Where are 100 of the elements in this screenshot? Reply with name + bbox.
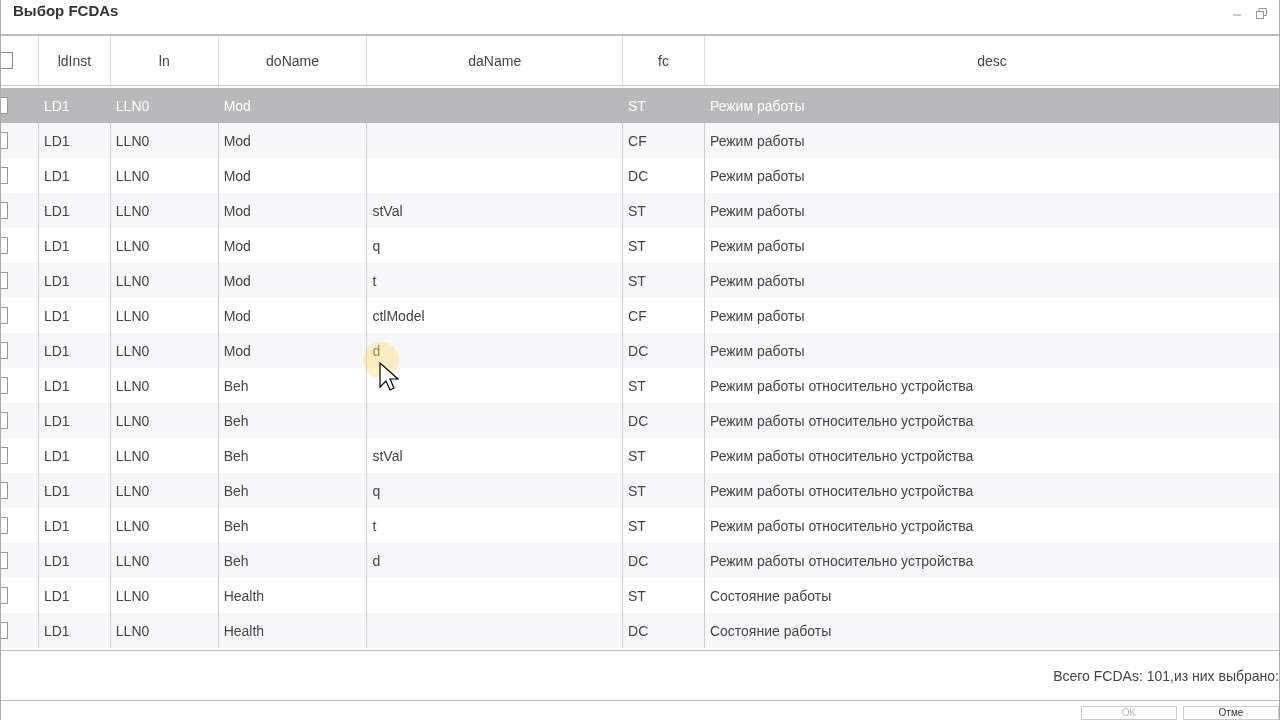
table-cell: LD1 (43, 552, 70, 569)
table-cell: ST (628, 587, 646, 604)
restore-icon[interactable] (1256, 8, 1267, 19)
window-title: Выбор FCDAs (12, 1, 119, 19)
row-checkbox[interactable] (1, 97, 8, 115)
table-row[interactable]: LD1 LLN0 Health DC Состояние работы (1, 613, 1279, 649)
row-checkbox[interactable] (1, 202, 8, 220)
table-cell: ST (628, 482, 646, 499)
table-cell: Mod (223, 97, 251, 114)
row-checkbox[interactable] (1, 482, 8, 500)
table-row[interactable]: LD1 LLN0 Beh q ST Режим работы относительно устройства (1, 473, 1279, 509)
table-cell: Режим работы (709, 237, 805, 254)
table-cell: LD1 (43, 167, 70, 184)
row-checkbox[interactable] (1, 132, 8, 150)
table-cell: LD1 (43, 447, 70, 464)
table-cell: Режим работы (709, 202, 805, 219)
table-cell: LLN0 (115, 377, 150, 394)
table-cell: LLN0 (115, 202, 150, 219)
table-cell: LD1 (43, 377, 70, 394)
column-header[interactable]: ldInst (57, 52, 92, 69)
table-cell: CF (628, 307, 647, 324)
header-checkbox[interactable] (1, 52, 13, 70)
table-cell: Режим работы относительно устройства (709, 482, 974, 499)
table-row[interactable]: LD1 LLN0 Mod d DC Режим работы (1, 333, 1279, 369)
column-header[interactable]: daName (468, 52, 522, 69)
table-cell: ST (628, 447, 646, 464)
table-cell: LLN0 (115, 132, 150, 149)
table-cell: LLN0 (115, 622, 150, 639)
table-cell: Mod (223, 167, 251, 184)
table-cell: Режим работы относительно устройства (709, 447, 974, 464)
table-cell: Состояние работы (709, 622, 832, 639)
table-cell: LD1 (43, 132, 70, 149)
table-cell: Режим работы относительно устройства (709, 552, 974, 569)
table-row[interactable]: LD1 LLN0 Beh DC Режим работы относительно устройства (1, 403, 1279, 439)
row-checkbox[interactable] (1, 622, 8, 640)
table-cell: stVal (372, 202, 403, 219)
row-checkbox[interactable] (1, 342, 8, 360)
table-cell: Mod (223, 272, 251, 289)
row-checkbox[interactable] (1, 272, 8, 290)
table-cell: Режим работы относительно устройства (709, 412, 974, 429)
status-text: Всего FCDAs: 101,из них выбрано: (1053, 667, 1279, 684)
table-cell: LLN0 (115, 237, 150, 254)
table-cell: LD1 (43, 202, 70, 219)
table-cell: Режим работы (709, 272, 805, 289)
table-cell: Mod (223, 202, 251, 219)
table-row[interactable]: LD1 LLN0 Mod t ST Режим работы (1, 263, 1279, 299)
table-cell: t (372, 517, 377, 534)
table-row[interactable]: LD1 LLN0 Mod stVal ST Режим работы (1, 193, 1279, 229)
row-checkbox[interactable] (1, 377, 8, 395)
table-cell: Mod (223, 237, 251, 254)
column-header[interactable]: desc (977, 52, 1007, 69)
row-checkbox[interactable] (1, 412, 8, 430)
table-cell: Beh (223, 517, 249, 534)
table-cell: Режим работы (709, 132, 805, 149)
table-cell: LLN0 (115, 167, 150, 184)
table-cell: LLN0 (115, 342, 150, 359)
dialog-button[interactable]: Отме (1183, 706, 1279, 720)
table-row[interactable]: LD1 LLN0 Beh d DC Режим работы относительно устройства (1, 543, 1279, 579)
row-checkbox[interactable] (1, 237, 8, 255)
table-cell: Состояние работы (709, 587, 832, 604)
row-checkbox[interactable] (1, 447, 8, 465)
table-cell: ctlModel (372, 307, 425, 324)
table-cell: DC (628, 622, 649, 639)
table-cell: DC (628, 342, 649, 359)
table-cell: d (372, 552, 381, 569)
table-cell: LLN0 (115, 552, 150, 569)
table-cell: stVal (372, 447, 403, 464)
column-header[interactable]: fc (658, 52, 669, 69)
row-checkbox[interactable] (1, 167, 8, 185)
cursor-icon (379, 362, 399, 393)
row-checkbox[interactable] (1, 517, 8, 535)
table-cell: ST (628, 272, 646, 289)
table-cell: ST (628, 97, 646, 114)
column-header[interactable]: doName (266, 52, 319, 69)
row-checkbox[interactable] (1, 587, 8, 605)
table-cell: DC (628, 552, 649, 569)
table-cell: LD1 (43, 97, 70, 114)
table-row[interactable]: LD1 LLN0 Mod CF Режим работы (1, 123, 1279, 159)
table-cell: Режим работы относительно устройства (709, 377, 974, 394)
table-cell: LD1 (43, 587, 70, 604)
table-cell: LLN0 (115, 272, 150, 289)
table-cell: d (372, 342, 381, 359)
table-cell: Режим работы (709, 342, 805, 359)
table-cell: LD1 (43, 482, 70, 499)
table-cell: CF (628, 132, 647, 149)
table-cell: t (372, 272, 377, 289)
table-cell: Mod (223, 342, 251, 359)
table-cell: Beh (223, 377, 249, 394)
table-cell: LLN0 (115, 447, 150, 464)
row-checkbox[interactable] (1, 552, 8, 570)
table-cell: Beh (223, 447, 249, 464)
table-cell: ST (628, 377, 646, 394)
row-checkbox[interactable] (1, 307, 8, 325)
table-cell: q (372, 237, 381, 254)
table-cell: DC (628, 167, 649, 184)
table-cell: LLN0 (115, 97, 150, 114)
table-cell: Beh (223, 482, 249, 499)
table-cell: LD1 (43, 272, 70, 289)
table-cell: LD1 (43, 237, 70, 254)
column-header[interactable]: ln (158, 52, 170, 69)
